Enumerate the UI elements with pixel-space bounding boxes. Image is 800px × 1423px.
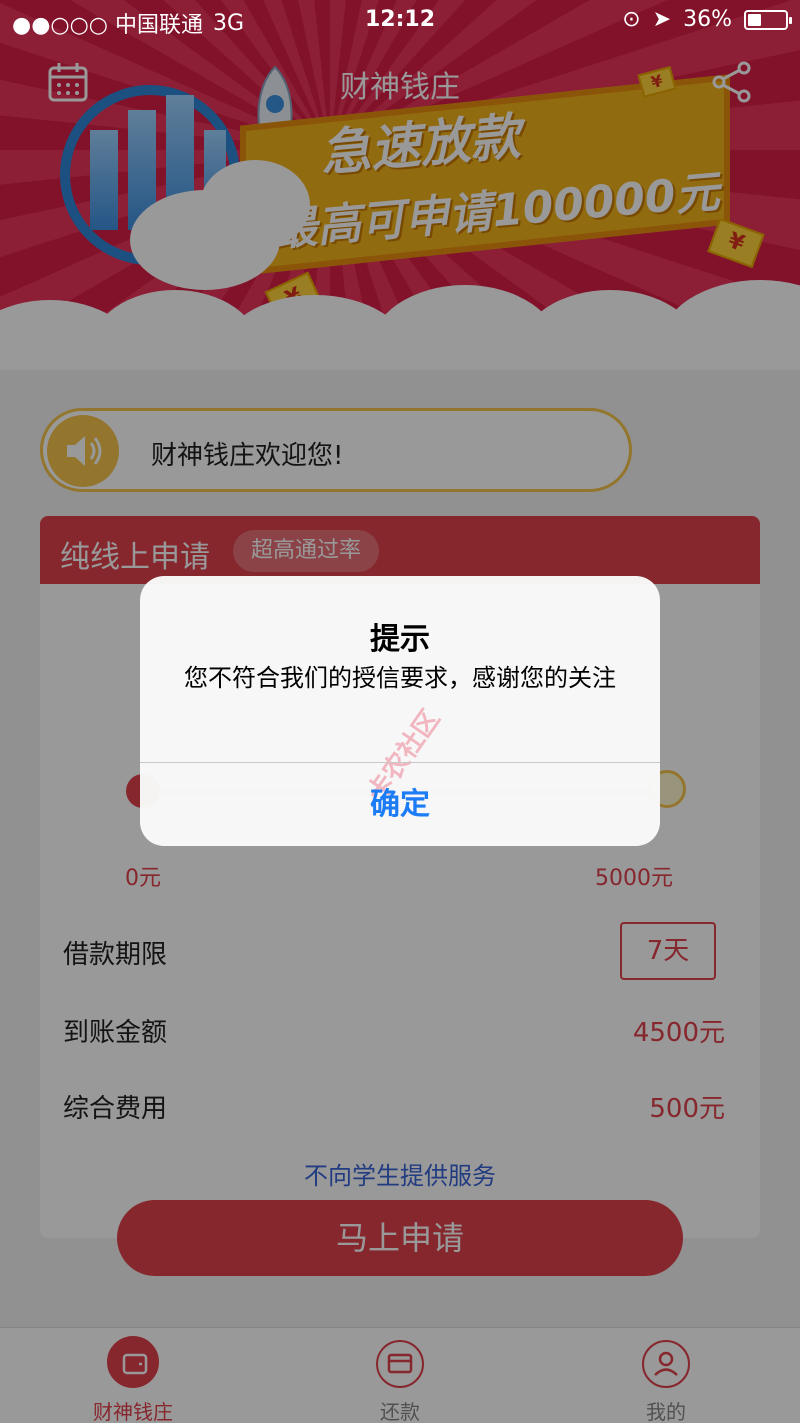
battery-level xyxy=(748,13,761,26)
rotation-lock-icon: ⊙ xyxy=(622,7,641,32)
location-icon: ➤ xyxy=(652,7,672,32)
alert-title: 提示 xyxy=(370,622,430,657)
alert-message: 您不符合我们的授信要求，感谢您的关注 xyxy=(184,664,616,692)
alert-dialog: 提示 您不符合我们的授信要求，感谢您的关注 卡农社区 确定 xyxy=(140,576,660,846)
battery-icon xyxy=(744,9,792,30)
status-bar: ●●○○○ 中国联通 3G 12:12 ⊙ ➤ 36% xyxy=(0,0,800,40)
battery-percent: 36% xyxy=(683,7,732,32)
alert-confirm-button[interactable]: 确定 xyxy=(140,763,660,846)
